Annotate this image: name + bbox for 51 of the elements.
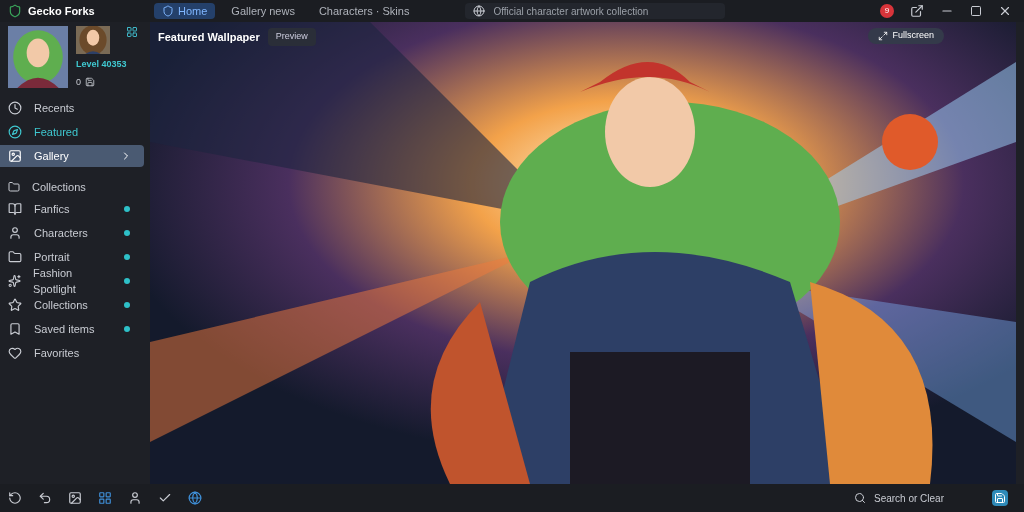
item-icon <box>8 125 22 139</box>
sidebar-item[interactable]: Recents <box>0 97 144 119</box>
notification-badge[interactable]: 9 <box>880 4 894 18</box>
tab[interactable]: Gallery news <box>223 3 303 19</box>
fullscreen-button[interactable]: Fullscreen <box>868 28 944 44</box>
maximize-icon[interactable] <box>970 5 982 17</box>
item-icon <box>8 202 22 216</box>
item-icon <box>8 298 22 312</box>
redo-icon[interactable] <box>8 491 22 505</box>
item-icon <box>8 101 22 115</box>
item-icon <box>8 226 22 240</box>
user-icon[interactable] <box>128 491 142 505</box>
grid-icon[interactable] <box>126 26 138 38</box>
sidebar-item[interactable]: Favorites <box>0 343 150 363</box>
level-label: Level 40353 <box>76 58 128 71</box>
item-icon <box>8 250 22 264</box>
status-text: Search or Clear <box>873 491 944 506</box>
image-icon[interactable] <box>68 491 82 505</box>
save-icon <box>85 77 95 88</box>
address-bar[interactable]: Official character artwork collection <box>465 3 726 19</box>
item-icon <box>8 322 22 336</box>
app-logo-icon <box>8 4 22 18</box>
check-icon[interactable] <box>158 491 172 505</box>
globe-icon[interactable] <box>188 491 202 505</box>
sidebar-item[interactable]: Collections <box>0 295 150 315</box>
globe-icon <box>473 5 486 17</box>
sidebar-item[interactable]: Featured <box>0 121 144 143</box>
tab[interactable]: Home <box>154 3 216 19</box>
tab[interactable]: Characters · Skins <box>310 3 418 19</box>
sidebar-item[interactable]: Saved items <box>0 319 150 339</box>
count-label: 0 <box>76 75 81 89</box>
folder-icon <box>8 181 20 194</box>
sidebar-item[interactable]: Fanfics <box>0 199 150 219</box>
window-title: Gecko Forks <box>28 3 95 19</box>
search-icon[interactable] <box>853 492 866 504</box>
shield-icon <box>162 5 174 17</box>
sidebar-item[interactable]: Gallery <box>0 145 144 167</box>
item-icon <box>8 346 22 360</box>
grid-icon[interactable] <box>98 491 112 505</box>
popout-icon[interactable] <box>910 4 924 18</box>
section-heading: Collections <box>32 180 86 195</box>
item-icon <box>8 274 22 288</box>
save-icon[interactable] <box>992 490 1008 506</box>
close-icon[interactable] <box>998 4 1012 18</box>
canvas-title: Featured Wallpaper <box>158 29 260 45</box>
undo-icon[interactable] <box>38 491 52 505</box>
item-icon <box>8 149 22 163</box>
preview-badge: Preview <box>267 28 316 46</box>
sidebar-item[interactable]: Portrait <box>0 247 150 267</box>
expand-icon <box>878 31 889 41</box>
sidebar-item[interactable]: Characters <box>0 223 150 243</box>
